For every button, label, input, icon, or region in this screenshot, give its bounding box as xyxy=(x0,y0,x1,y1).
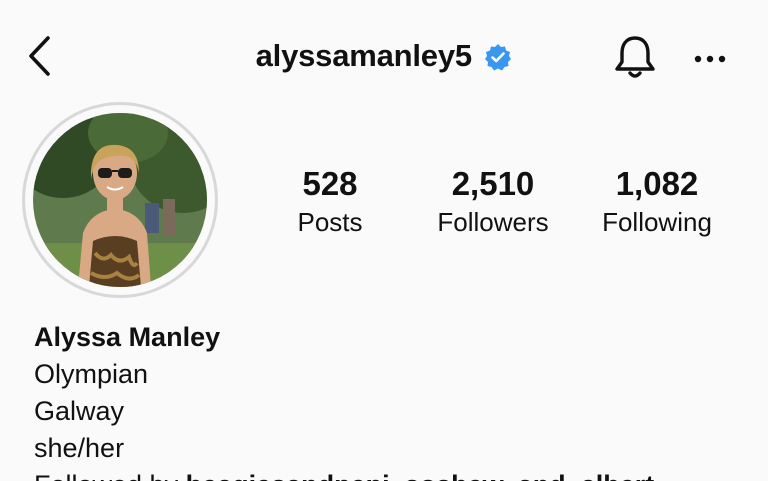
followers-count[interactable]: 2,510 Followers xyxy=(408,164,578,240)
notifications-button[interactable] xyxy=(608,30,662,84)
avatar[interactable] xyxy=(33,113,207,287)
followers-label: Followers xyxy=(437,207,549,237)
posts-count[interactable]: 528 Posts xyxy=(245,164,415,240)
bio-line: Olympian xyxy=(34,359,149,389)
followed-by-names[interactable]: beagiesandpepi, sosbew, and_albert xyxy=(186,470,655,481)
bell-icon xyxy=(615,36,655,78)
following-count[interactable]: 1,082 Following xyxy=(572,164,742,240)
profile-username: alyssamanley5 xyxy=(255,38,472,73)
bio-line: Galway xyxy=(34,396,125,426)
followed-by-prefix: Followed by xyxy=(34,470,186,481)
profile-full-name: Alyssa Manley xyxy=(34,322,221,352)
following-label: Following xyxy=(602,207,712,237)
more-options-button[interactable] xyxy=(690,44,730,74)
bio-line: she/her xyxy=(34,433,125,463)
followed-by[interactable]: Followed by beagiesandpepi, sosbew, and_… xyxy=(34,467,754,481)
profile-bio: Alyssa Manley Olympian Galway she/her Fo… xyxy=(34,318,754,481)
following-value: 1,082 xyxy=(615,165,699,202)
verified-badge-icon xyxy=(484,43,512,71)
profile-header: alyssamanley5 xyxy=(0,0,768,110)
posts-value: 528 xyxy=(302,165,358,202)
posts-label: Posts xyxy=(297,207,363,237)
followers-value: 2,510 xyxy=(451,165,535,202)
more-horizontal-icon xyxy=(694,55,726,63)
